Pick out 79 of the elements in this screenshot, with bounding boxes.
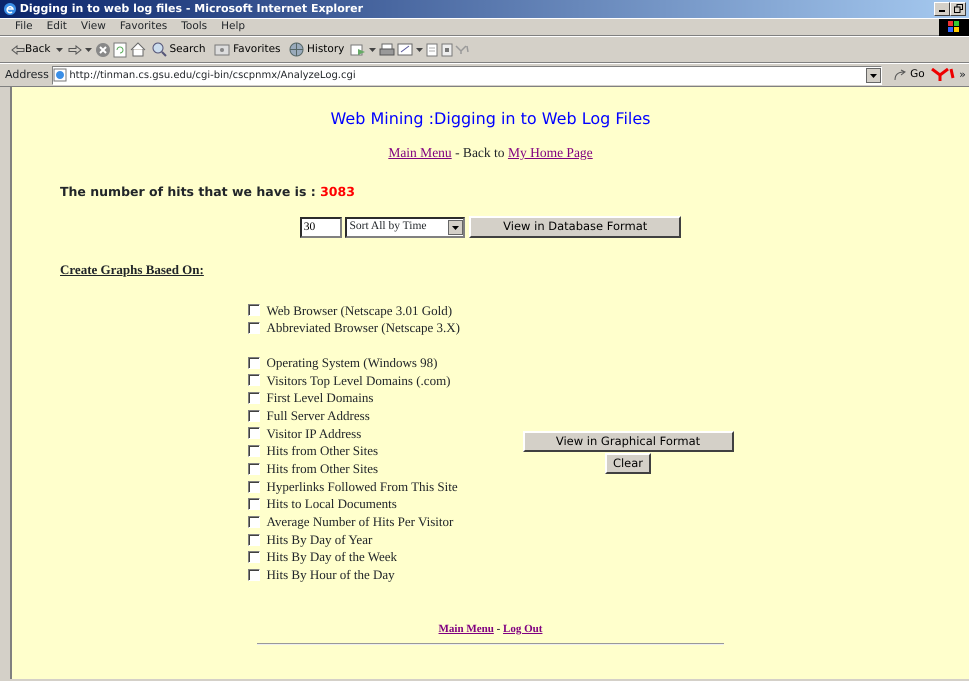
- checkbox[interactable]: [248, 356, 260, 369]
- option-label: Average Number of Hits Per Visitor: [266, 513, 454, 531]
- menu-item[interactable]: View: [74, 19, 113, 35]
- graphs-heading: Create Graphs Based On:: [60, 261, 204, 279]
- menu-item[interactable]: File: [8, 19, 40, 35]
- graphical-format-button[interactable]: View in Graphical Format: [522, 431, 734, 452]
- browser-logo-icon: [3, 2, 17, 16]
- menu-item[interactable]: Favorites: [112, 19, 174, 35]
- hits-count-text: The number of hits that we have is : 3083: [60, 183, 355, 202]
- sort-select[interactable]: Sort All by Time: [344, 216, 464, 238]
- more-chevron[interactable]: »: [959, 66, 966, 84]
- checkbox[interactable]: [248, 516, 260, 528]
- option-label: Hyperlinks Followed From This Site: [266, 478, 458, 496]
- checkbox[interactable]: [248, 498, 260, 510]
- checkbox[interactable]: [248, 462, 260, 475]
- back-arrow-icon: [11, 44, 25, 54]
- search-button[interactable]: Search: [148, 42, 209, 58]
- count-input[interactable]: 30: [300, 216, 342, 238]
- separator-text: - Back to: [454, 145, 506, 160]
- checkbox[interactable]: [248, 568, 260, 581]
- checkbox[interactable]: [248, 304, 260, 316]
- back-button[interactable]: Back: [8, 42, 54, 58]
- document-icon[interactable]: [426, 42, 438, 56]
- checkbox[interactable]: [248, 374, 260, 386]
- option-label: Operating System (Windows 98): [266, 354, 438, 372]
- option-label: Full Server Address: [266, 406, 370, 425]
- go-button[interactable]: Go: [890, 67, 928, 83]
- go-arrow-icon: [893, 69, 908, 81]
- minimize-button[interactable]: [934, 2, 950, 16]
- home-icon[interactable]: [130, 42, 146, 57]
- refresh-icon[interactable]: [113, 42, 128, 58]
- separator-text: -: [496, 622, 502, 635]
- dropdown-arrow-icon[interactable]: [84, 48, 92, 52]
- page-icon: [52, 68, 67, 82]
- option-label: Hits to Local Documents: [266, 495, 397, 514]
- option-label: Visitor IP Address: [266, 424, 362, 442]
- option-label: Abbreviated Browser (Netscape 3.X): [266, 319, 460, 337]
- footer-link[interactable]: Main Menu: [438, 622, 494, 635]
- database-format-button[interactable]: View in Database Format: [469, 216, 682, 238]
- dropdown-arrow-icon[interactable]: [368, 48, 376, 52]
- footer-link[interactable]: Log Out: [503, 622, 542, 635]
- dropdown-arrow-icon[interactable]: [56, 48, 64, 52]
- option-label: Hits By Hour of the Day: [266, 566, 395, 584]
- history-button[interactable]: History: [286, 42, 348, 58]
- favorites-button[interactable]: Favorites: [211, 42, 284, 58]
- menu-item[interactable]: Help: [214, 19, 252, 35]
- option-label: Hits By Day of the Week: [266, 548, 397, 566]
- menu-item[interactable]: Edit: [40, 19, 74, 35]
- option-label: First Level Domains: [266, 389, 374, 407]
- printer-icon[interactable]: [378, 42, 395, 56]
- nav-link[interactable]: Main Menu: [388, 145, 452, 160]
- dropdown-arrow-icon[interactable]: [416, 48, 424, 52]
- checkbox[interactable]: [248, 392, 260, 404]
- option-label: Web Browser (Netscape 3.01 Gold): [266, 302, 452, 320]
- clear-button[interactable]: Clear: [605, 453, 651, 474]
- option-label: Hits from Other Sites: [266, 442, 378, 460]
- restore-button[interactable]: [950, 2, 966, 16]
- search-icon: [152, 42, 167, 57]
- checkbox[interactable]: [248, 410, 260, 422]
- option-label: Visitors Top Level Domains (.com): [266, 372, 451, 390]
- nav-link[interactable]: My Home Page: [508, 145, 593, 160]
- window-title: Digging in to web log files - Microsoft Internet Explorer: [20, 0, 364, 17]
- panel-icon[interactable]: [440, 42, 453, 56]
- restore-icon: [954, 4, 962, 13]
- checkbox[interactable]: [248, 445, 260, 458]
- checkbox[interactable]: [248, 534, 260, 546]
- option-label: Hits By Day of Year: [266, 530, 372, 548]
- globe-icon: [289, 42, 304, 57]
- menu-item[interactable]: Tools: [174, 19, 214, 35]
- checkbox[interactable]: [248, 551, 260, 564]
- forward-arrow-icon[interactable]: [66, 44, 82, 54]
- stop-icon[interactable]: [94, 42, 110, 58]
- address-label: Address: [5, 66, 49, 83]
- page-heading: Web Mining :Digging in to Web Log Files: [329, 108, 652, 130]
- option-label: Hits from Other Sites: [266, 460, 378, 478]
- address-field[interactable]: http://tinman.cs.gsu.edu/cgi-bin/cscpnmx/AnalyzeLog.cgi: [52, 66, 882, 84]
- checkbox[interactable]: [248, 322, 260, 334]
- checkbox[interactable]: [248, 480, 260, 493]
- checkbox[interactable]: [248, 427, 260, 440]
